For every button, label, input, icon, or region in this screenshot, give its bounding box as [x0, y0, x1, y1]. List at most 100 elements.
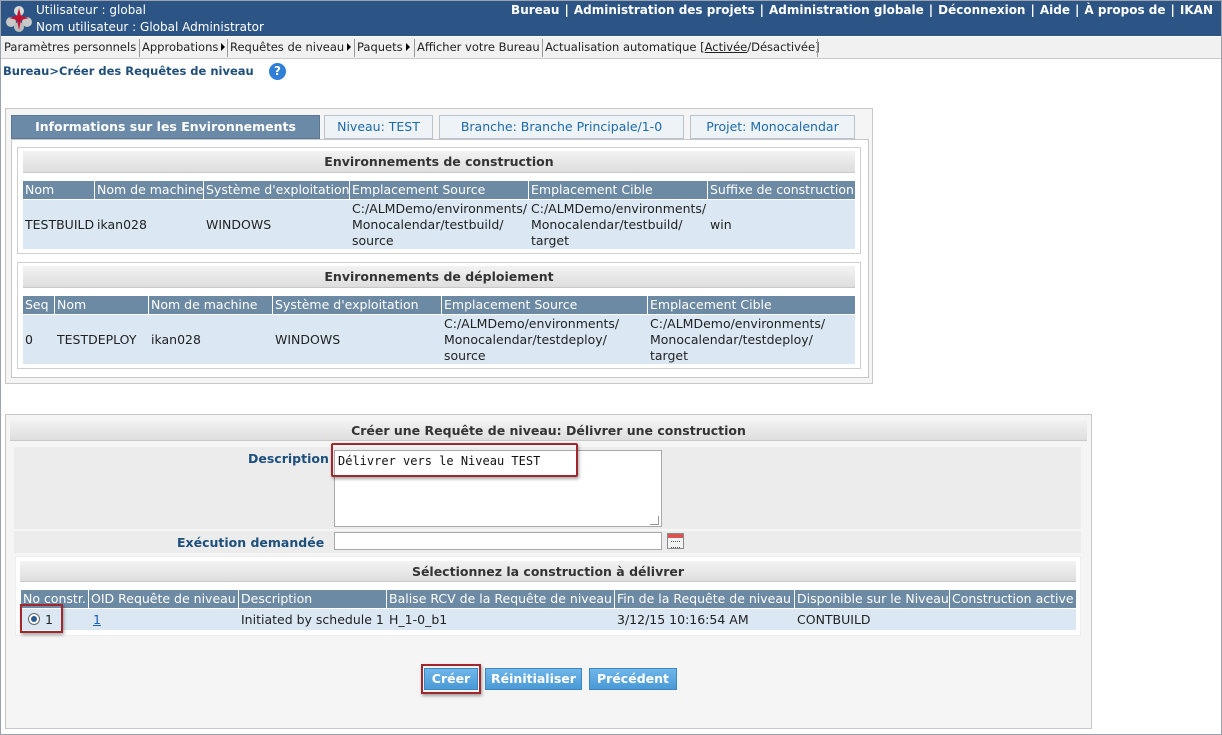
cell-os: WINDOWS — [206, 217, 272, 232]
menu-divider — [354, 39, 355, 57]
radio-highlight — [20, 604, 63, 633]
nav-bureau[interactable]: Bureau — [511, 3, 559, 17]
cell-source-line: C:/ALMDemo/environments/ — [444, 316, 620, 331]
tab-branche[interactable]: Branche: Branche Principale/1-0 — [439, 115, 684, 139]
request-title: Créer une Requête de niveau: Délivrer un… — [10, 420, 1087, 441]
menu-actualisation-label: Actualisation automatique [ — [545, 40, 705, 54]
menu-paquets-label: Paquets — [357, 40, 403, 54]
top-bar: Utilisateur : global Nom utilisateur : G… — [1, 1, 1221, 36]
previous-button[interactable]: Précédent — [589, 668, 677, 690]
cell-oid: 1 — [89, 612, 101, 627]
cell-fin: 3/12/15 10:16:54 AM — [617, 612, 749, 627]
col-suffixe: Suffixe de construction — [710, 182, 854, 197]
cell-machine: ikan028 — [151, 332, 201, 347]
cell-source-line: source — [352, 233, 394, 248]
col-oid: OID Requête de niveau — [89, 590, 239, 608]
auto-refresh-on-link[interactable]: Activée — [705, 40, 748, 54]
cell-source-line: Monocalendar/testdeploy/ — [444, 332, 607, 347]
col-fin: Fin de la Requête de niveau — [615, 590, 795, 608]
col-nom: Nom — [23, 181, 95, 199]
col-cible: Emplacement Cible — [650, 297, 772, 312]
menu-afficher-bureau[interactable]: Afficher votre Bureau — [417, 40, 540, 54]
resize-grip-icon[interactable] — [650, 516, 659, 525]
menu-requetes[interactable]: Requêtes de niveau — [230, 40, 352, 54]
top-nav: Bureau | Administration des projets | Admini… — [511, 3, 1213, 17]
col-disponible: Disponible sur le Niveau — [797, 590, 950, 608]
cell-cible-line: target — [650, 348, 689, 363]
cell-cible: C:/ALMDemo/environments/ Monocalendar/te… — [648, 316, 825, 364]
col-description: Description — [239, 590, 387, 608]
menu-bar: Paramètres personnels Approbations Requê… — [1, 37, 1221, 59]
menu-approbations[interactable]: Approbations — [142, 40, 226, 54]
user-label: Utilisateur : global — [36, 3, 146, 17]
nav-a-propos[interactable]: À propos de — [1084, 3, 1165, 17]
col-machine: Nom de machine — [149, 296, 273, 314]
cell-source: C:/ALMDemo/environments/ Monocalendar/te… — [350, 201, 527, 249]
menu-divider — [542, 39, 543, 57]
col-cible: Emplacement Cible — [529, 181, 708, 199]
nav-admin-projets[interactable]: Administration des projets — [574, 3, 755, 17]
tab-projet[interactable]: Projet: Monocalendar — [690, 115, 855, 139]
cell-source: C:/ALMDemo/environments/ Monocalendar/te… — [442, 316, 619, 364]
help-icon[interactable]: ? — [269, 63, 286, 80]
nav-deconnexion[interactable]: Déconnexion — [938, 3, 1025, 17]
menu-requetes-label: Requêtes de niveau — [230, 40, 345, 54]
calendar-icon[interactable] — [667, 533, 684, 549]
menu-divider — [227, 39, 228, 57]
reset-button[interactable]: Réinitialiser — [485, 668, 582, 690]
oid-link[interactable]: 1 — [93, 612, 101, 627]
table-row[interactable]: 1 1 Initiated by schedule 1 H_1-0_b1 3/1… — [21, 609, 1076, 630]
col-active: Construction active — [952, 591, 1074, 606]
create-button-highlight — [421, 664, 481, 694]
menu-paquets[interactable]: Paquets — [357, 40, 410, 54]
cell-seq: 0 — [25, 332, 33, 347]
col-balise: Balise RCV de la Requête de niveau — [387, 590, 615, 608]
cell-nom: TESTBUILD — [25, 217, 95, 232]
cell-balise: H_1-0_b1 — [389, 612, 448, 627]
cell-os: WINDOWS — [275, 332, 341, 347]
cell-source-line: Monocalendar/testbuild/ — [352, 217, 504, 232]
nav-admin-globale[interactable]: Administration globale — [769, 3, 924, 17]
deploy-env-header: Seq Nom Nom de machine Système d'exploit… — [23, 296, 855, 314]
menu-actualisation: Actualisation automatique [Activée/Désac… — [545, 40, 820, 54]
builds-header: No constr. OID Requête de niveau Descrip… — [21, 590, 1076, 608]
execution-input[interactable] — [334, 532, 662, 550]
nav-ikan[interactable]: IKAN — [1180, 3, 1213, 17]
menu-parametres[interactable]: Paramètres personnels — [4, 40, 136, 54]
menu-divider — [414, 39, 415, 57]
col-nom: Nom — [55, 296, 149, 314]
col-source: Emplacement Source — [442, 296, 648, 314]
ikan-logo-icon — [6, 6, 32, 32]
build-env-title: Environnements de construction — [23, 151, 855, 173]
cell-source-line: source — [444, 348, 486, 363]
nav-aide[interactable]: Aide — [1040, 3, 1070, 17]
description-highlight — [331, 443, 578, 477]
col-source: Emplacement Source — [350, 181, 529, 199]
cell-description: Initiated by schedule 1 — [241, 612, 384, 627]
cell-suffixe: win — [710, 217, 732, 232]
cell-disponible: CONTBUILD — [797, 612, 871, 627]
menu-approbations-label: Approbations — [142, 40, 219, 54]
col-os: Système d'exploitation — [273, 296, 442, 314]
table-row: 0 TESTDEPLOY ikan028 WINDOWS C:/ALMDemo/… — [23, 315, 855, 364]
username-label: Nom utilisateur : Global Administrator — [36, 20, 264, 34]
auto-refresh-off-link[interactable]: Désactivée] — [751, 40, 819, 54]
menu-divider — [817, 39, 818, 57]
tab-environnements[interactable]: Informations sur les Environnements — [11, 115, 320, 139]
build-select-title: Sélectionnez la construction à délivrer — [20, 561, 1076, 582]
build-env-header: Nom Nom de machine Système d'exploitatio… — [23, 181, 855, 199]
submenu-arrow-icon — [347, 43, 352, 51]
cell-machine: ikan028 — [97, 217, 147, 232]
breadcrumb[interactable]: Bureau>Créer des Requêtes de niveau — [3, 64, 254, 78]
col-os: Système d'exploitation — [206, 181, 350, 199]
cell-cible: C:/ALMDemo/environments/ Monocalendar/te… — [529, 201, 706, 249]
table-row: TESTBUILD ikan028 WINDOWS C:/ALMDemo/env… — [23, 200, 855, 249]
col-seq: Seq — [23, 296, 55, 314]
description-label: Description — [248, 451, 329, 466]
cell-source-line: C:/ALMDemo/environments/ — [352, 201, 528, 216]
tab-niveau[interactable]: Niveau: TEST — [324, 115, 433, 139]
cell-cible-line: target — [531, 233, 570, 248]
col-machine: Nom de machine — [97, 181, 204, 199]
deploy-env-title: Environnements de déploiement — [23, 266, 855, 288]
cell-cible-line: C:/ALMDemo/environments/ — [531, 201, 707, 216]
